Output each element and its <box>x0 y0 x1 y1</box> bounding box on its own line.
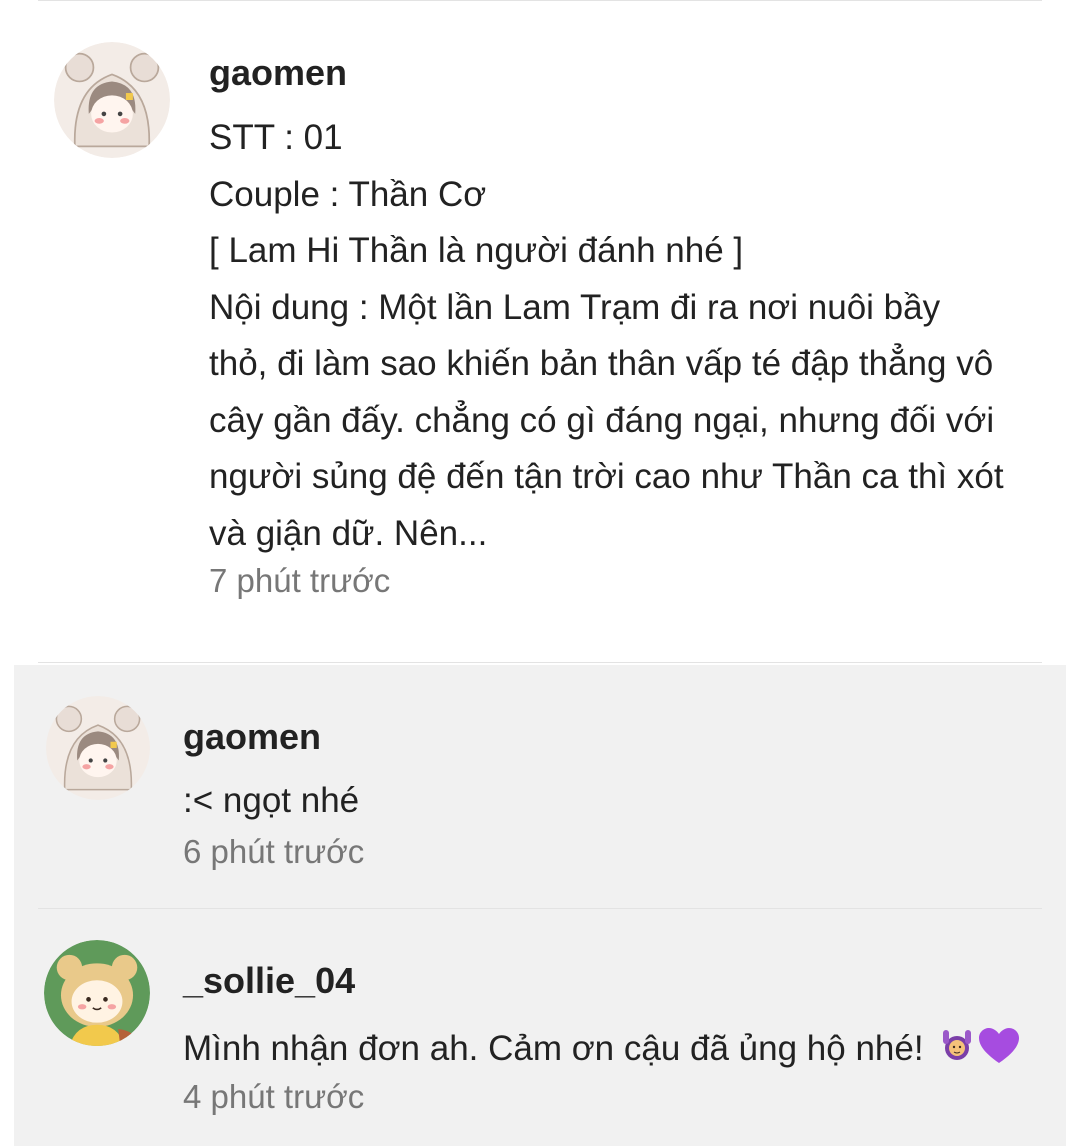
reply-username[interactable]: _sollie_04 <box>183 960 355 1002</box>
post-line: người sủng đệ đến tận trời cao như Thần … <box>209 457 1004 496</box>
reply-text: :< ngọt nhé <box>183 781 360 820</box>
post-line: Couple : Thần Cơ <box>209 174 487 214</box>
reply-divider <box>38 908 1042 909</box>
reply-text-row: Mình nhận đơn ah. Cảm ơn cậu đã ủng hộ n… <box>183 1026 1021 1075</box>
purple-heart-icon <box>977 1026 1021 1075</box>
post-line: thỏ, đi làm sao khiến bản thân vấp té đậ… <box>209 344 994 383</box>
user-avatar[interactable] <box>46 696 150 800</box>
reply-text: Mình nhận đơn ah. Cảm ơn cậu đã ủng hộ n… <box>183 1028 924 1068</box>
woman-raising-hands-icon <box>937 1026 977 1075</box>
user-avatar[interactable] <box>54 42 170 158</box>
reply-username[interactable]: gaomen <box>183 716 321 758</box>
post-line: Nội dung : Một lần Lam Trạm đi ra nơi nu… <box>209 287 941 327</box>
post-timestamp: 7 phút trước <box>209 562 391 599</box>
post-line: [ Lam Hi Thần là người đánh nhé ] <box>209 231 744 270</box>
post-line: cây gần đấy. chẳng có gì đáng ngại, nhưn… <box>209 400 995 440</box>
replies-top-divider <box>38 662 1042 663</box>
reply-timestamp: 6 phút trước <box>183 833 365 870</box>
post-username[interactable]: gaomen <box>209 52 347 94</box>
post-body: STT : 01 Couple : Thần Cơ [ Lam Hi Thần … <box>209 110 1004 562</box>
top-divider <box>38 0 1042 1</box>
post-line: STT : 01 <box>209 118 343 157</box>
avatar-girl-icon <box>46 696 150 800</box>
reply-timestamp: 4 phút trước <box>183 1078 365 1115</box>
user-avatar[interactable] <box>44 940 150 1046</box>
avatar-girl-icon <box>54 42 170 158</box>
avatar-bear-girl-icon <box>44 940 150 1046</box>
post-line: và giận dữ. Nên... <box>209 513 488 553</box>
